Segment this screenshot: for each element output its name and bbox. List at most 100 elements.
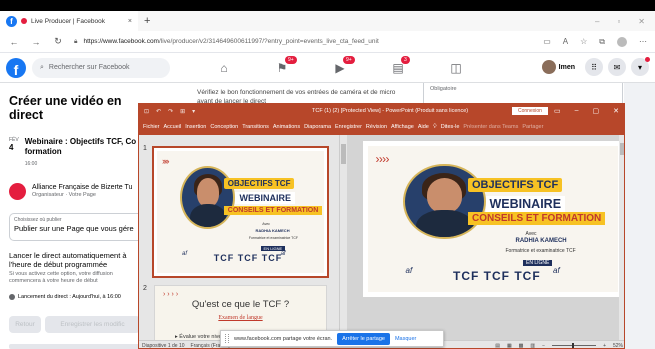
tab-review[interactable]: Révision (366, 124, 387, 130)
facebook-logo-icon[interactable]: f (6, 57, 26, 78)
tab-view[interactable]: Affichage (391, 124, 414, 130)
undo-icon[interactable]: ↶ (156, 108, 161, 115)
tab-file[interactable]: Fichier (143, 124, 160, 130)
read-aloud-icon[interactable]: A (563, 37, 568, 46)
tab-record[interactable]: Enregistrer (335, 124, 362, 130)
alliance-francaise-logo: af (280, 251, 286, 258)
screen-share-bar: www.facebook.com partage votre écran. Ar… (220, 330, 444, 347)
profile-name: Imen (558, 63, 575, 71)
stop-sharing-button[interactable]: Arrêter le partage (337, 332, 390, 345)
launch-time: Lancement du direct : Aujourd'hui, à 16:… (9, 294, 121, 300)
share-button[interactable]: Partager (522, 124, 543, 130)
reload-icon[interactable]: ↻ (52, 36, 64, 47)
event-date: FÉV 4 (9, 137, 19, 169)
drag-handle-icon[interactable] (225, 334, 229, 343)
camera-icon[interactable]: ▭ (543, 37, 551, 46)
tell-me-search[interactable]: Dites-le (441, 124, 460, 130)
facebook-main-nav: ⌂ ⚑ 9+ ▶ 9+ ▤ 3 ◫ (195, 53, 485, 83)
ribbon-tabs: Fichier Accueil Insertion Conception Tra… (139, 119, 624, 135)
sidebar-footer-bar (9, 344, 140, 349)
nav-home[interactable]: ⌂ (195, 53, 253, 83)
lock-icon: 🔒︎ (74, 37, 78, 45)
current-slide[interactable]: › › › › OBJECTIFS TCF WEBINAIRE CONSEILS… (363, 141, 623, 297)
forward-arrow-icon[interactable]: → (30, 37, 42, 47)
powerpoint-window-controls: ▭ – ▢ ✕ (554, 107, 619, 115)
publish-destination-select[interactable]: Choisissez où publier Publier sur une Pa… (9, 213, 149, 241)
ribbon-display-icon[interactable]: ▭ (554, 107, 561, 115)
editor-scrollbar[interactable] (619, 135, 624, 340)
present-in-teams-button[interactable]: Présenter dans Teams (463, 124, 518, 130)
back-button[interactable]: Retour (9, 316, 41, 333)
required-field-card: Obligatoire (423, 83, 623, 105)
reading-view-icon[interactable]: ▥ (530, 343, 535, 349)
account-menu-button[interactable]: ▾ (631, 57, 650, 76)
publish-destination-label: Choisissez où publier (14, 217, 62, 223)
sign-in-button[interactable]: Connexion (512, 107, 548, 115)
nav-gaming[interactable]: ◫ (427, 53, 485, 83)
nav-pages[interactable]: ⚑ 9+ (253, 53, 311, 83)
slide-thumbnail-1[interactable]: › › › › OBJECTIFS TCF WEBINAIRE CONSEILS… (152, 146, 329, 278)
tab-insert[interactable]: Insertion (185, 124, 206, 130)
browser-window-controls: – ▫ ✕ (595, 17, 655, 26)
new-tab-button[interactable]: + (144, 15, 150, 27)
tcf-logos: TCF TCF TCF (213, 253, 283, 264)
thumbnails-scrollbar[interactable] (339, 135, 346, 340)
tab-help[interactable]: Aide (418, 124, 429, 130)
maximize-button[interactable]: ▫ (617, 17, 620, 26)
browser-menu-icon[interactable]: ⋯ (639, 37, 647, 46)
minimize-button[interactable]: – (575, 107, 579, 115)
document-title: TCF (1) (2) [Protected View] - PowerPoin… (312, 108, 469, 114)
notes-icon[interactable]: ▤ (495, 343, 500, 349)
slide-heading-3: CONSEILS ET FORMATION (223, 205, 323, 215)
required-label: Obligatoire (430, 86, 457, 92)
save-icon[interactable]: ⊡ (144, 108, 149, 115)
tab-animations[interactable]: Animations (273, 124, 300, 130)
url-field[interactable]: 🔒︎ https://www.facebook.com/live/produce… (74, 38, 533, 46)
auto-start-heading: Lancer le direct automatiquement à l'heu… (9, 251, 127, 269)
menu-grid-button[interactable]: ⠿ (585, 58, 603, 76)
customize-toolbar-icon[interactable]: ▾ (192, 108, 195, 115)
organizer-row: Alliance Française de Bizerte Tu Organis… (9, 183, 140, 200)
organizer-role: Organisateur · Votre Page (32, 192, 96, 198)
tab-slideshow[interactable]: Diaporama (304, 124, 331, 130)
tab-home[interactable]: Accueil (164, 124, 182, 130)
search-placeholder: Rechercher sur Facebook (48, 64, 130, 71)
event-card[interactable]: FÉV 4 Webinaire : Objectifs TCF, Co form… (9, 137, 140, 169)
tab-design[interactable]: Conception (210, 124, 238, 130)
browser-tab[interactable]: f Live Producer | Facebook × (0, 11, 138, 31)
tab-transitions[interactable]: Transitions (242, 124, 269, 130)
zoom-slider[interactable] (552, 343, 597, 348)
organizer-logo (9, 183, 26, 200)
close-window-button[interactable]: ✕ (613, 107, 619, 115)
zoom-level[interactable]: 52% (613, 343, 623, 349)
close-window-button[interactable]: ✕ (638, 17, 645, 26)
start-slideshow-icon[interactable]: ⊞ (180, 108, 185, 115)
auto-start-option[interactable]: Lancer le direct automatiquement à l'heu… (9, 251, 140, 285)
favorites-icon[interactable]: ☆ (580, 37, 587, 46)
tab-title: Live Producer | Facebook (31, 17, 105, 25)
notification-badge: 3 (401, 56, 410, 64)
profile-shortcut[interactable]: Imen (540, 58, 580, 76)
facebook-favicon-icon: f (6, 15, 17, 27)
powerpoint-title-bar: ⊡ ↶ ↷ ⊞ ▾ TCF (1) (2) [Protected View] -… (139, 104, 624, 119)
tab-close-icon[interactable]: × (128, 18, 132, 25)
browser-profile-avatar[interactable] (617, 36, 627, 47)
normal-view-icon[interactable]: ▦ (507, 343, 512, 349)
zoom-out-icon[interactable]: − (542, 343, 545, 349)
collections-icon[interactable]: ⧉ (599, 37, 605, 47)
back-arrow-icon[interactable]: ← (8, 37, 20, 47)
hide-button[interactable]: Masquer (395, 336, 416, 342)
minimize-button[interactable]: – (595, 17, 599, 26)
slide-sorter-icon[interactable]: ▩ (519, 343, 524, 349)
maximize-button[interactable]: ▢ (593, 107, 600, 115)
event-time: 16:00 (24, 161, 38, 167)
url-host: https://www.facebook.com (83, 38, 159, 45)
zoom-in-icon[interactable]: + (603, 343, 606, 349)
messenger-icon: ✉ (613, 62, 621, 72)
nav-marketplace[interactable]: ▤ 3 (369, 53, 427, 83)
facebook-search-input[interactable]: ⌕ Rechercher sur Facebook (32, 57, 170, 78)
nav-watch[interactable]: ▶ 9+ (311, 53, 369, 83)
redo-icon[interactable]: ↷ (168, 108, 173, 115)
messenger-button[interactable]: ✉ (608, 58, 626, 76)
save-changes-button[interactable]: Enregistrer les modific (45, 316, 140, 333)
